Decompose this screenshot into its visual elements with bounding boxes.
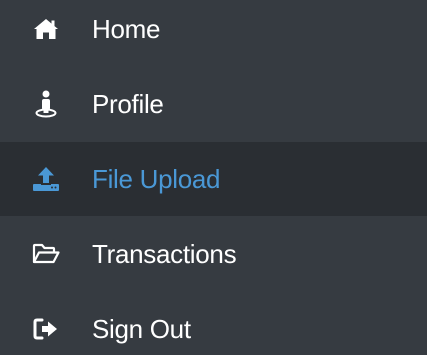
sidebar-item-file-upload[interactable]: File Upload — [0, 142, 427, 216]
sidebar-item-transactions[interactable]: Transactions — [0, 217, 427, 291]
sidebar-item-home[interactable]: Home — [0, 0, 427, 66]
sidebar-item-label: Sign Out — [92, 314, 191, 344]
home-icon — [32, 15, 60, 43]
sign-out-icon — [32, 315, 60, 343]
sidebar-item-label: Home — [92, 14, 161, 44]
sidebar-item-profile[interactable]: Profile — [0, 67, 427, 141]
sidebar-item-label: Profile — [92, 89, 164, 119]
user-icon — [32, 90, 60, 118]
upload-icon — [32, 165, 60, 193]
folder-open-icon — [32, 240, 60, 268]
sidebar-item-sign-out[interactable]: Sign Out — [0, 292, 427, 355]
sidebar-nav: Home Profile File Upload Transactions Si… — [0, 0, 427, 355]
sidebar-item-label: File Upload — [92, 164, 221, 194]
sidebar-item-label: Transactions — [92, 239, 237, 269]
